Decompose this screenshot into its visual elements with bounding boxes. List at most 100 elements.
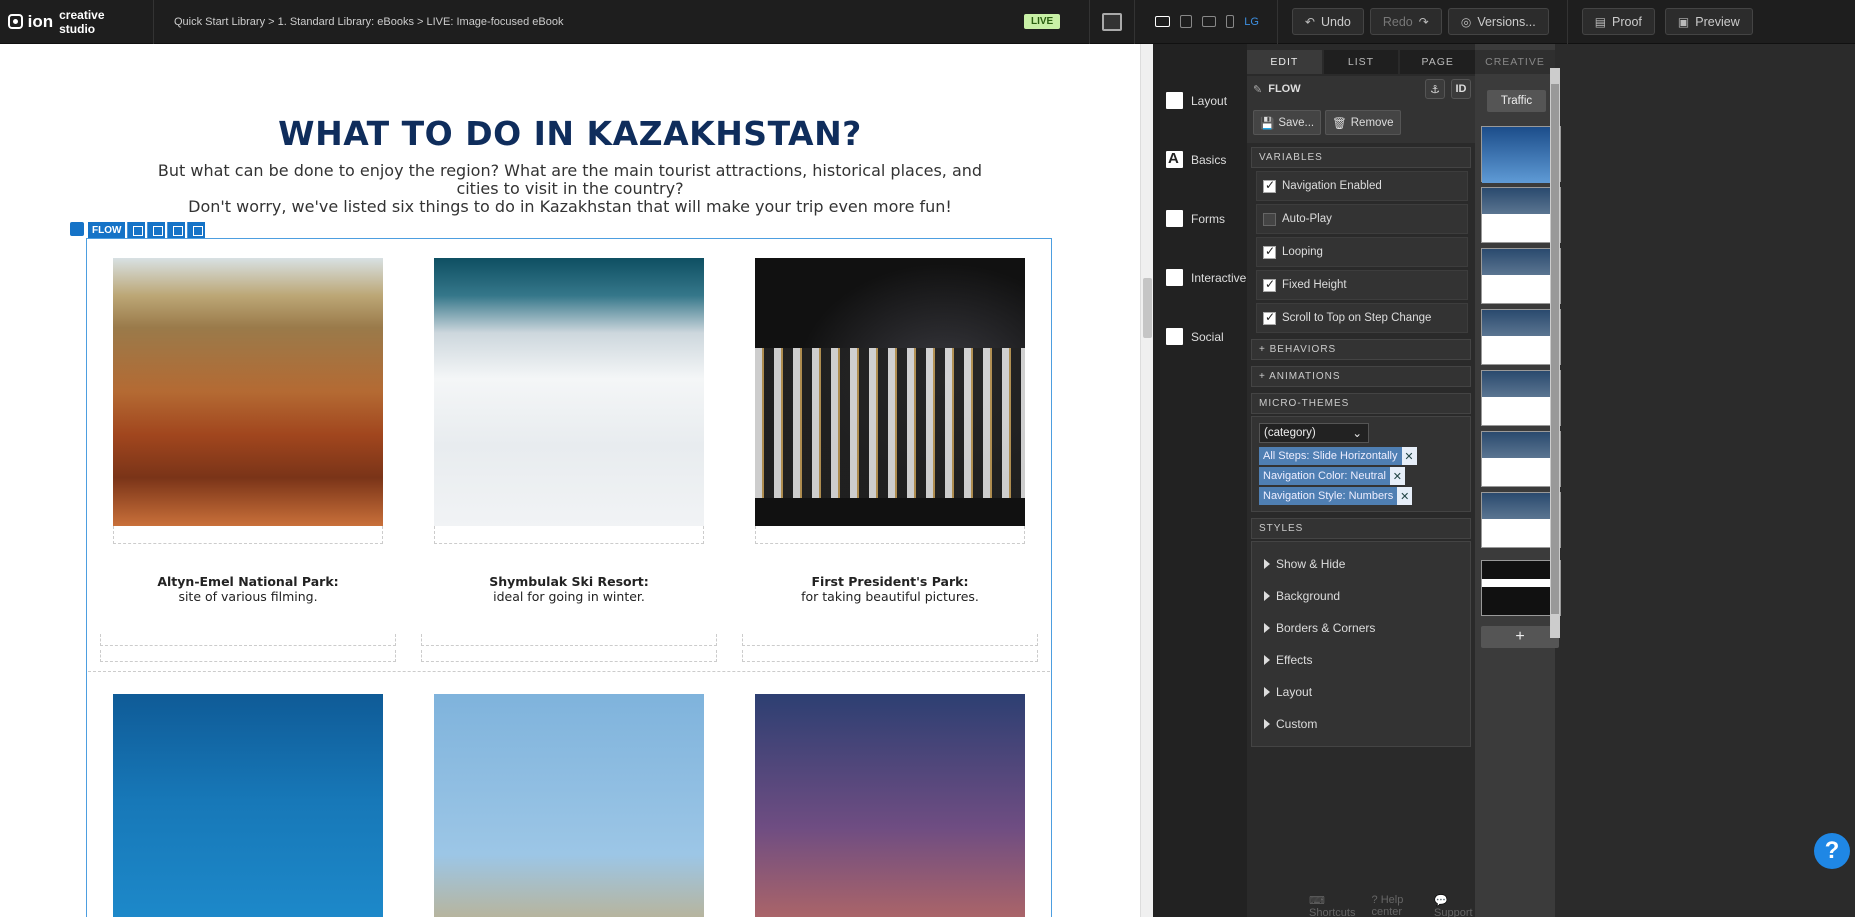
flow-delete-icon[interactable] <box>187 222 206 238</box>
checkbox[interactable] <box>1263 244 1276 259</box>
card-placeholder <box>742 650 1038 662</box>
page-thumbnail[interactable] <box>1481 309 1561 365</box>
animations-section[interactable]: + ANIMATIONS <box>1251 366 1471 387</box>
page-thumbnail[interactable] <box>1481 560 1561 616</box>
help-button[interactable]: ? <box>1814 833 1850 869</box>
flow-parent-icon[interactable] <box>70 222 84 236</box>
close-icon[interactable]: ✕ <box>1397 487 1413 505</box>
attraction-card[interactable]: Shymbulak Ski Resort: ideal for going in… <box>421 258 717 662</box>
tablet-icon[interactable] <box>1202 16 1217 27</box>
variable-navigation-enabled[interactable]: Navigation Enabled <box>1256 171 1468 201</box>
sea-image[interactable] <box>113 694 383 917</box>
undo-button[interactable]: ↶ Undo <box>1291 8 1364 35</box>
page-thumbnail[interactable] <box>1481 492 1561 548</box>
style-show-hide[interactable]: Show & Hide <box>1252 548 1470 580</box>
style-label: Effects <box>1276 653 1313 667</box>
variable-scroll-to-top[interactable]: Scroll to Top on Step Change <box>1256 303 1468 333</box>
scroll-thumb[interactable] <box>1143 278 1152 338</box>
tab-page[interactable]: PAGE <box>1400 50 1476 74</box>
flow-edit-icon[interactable] <box>127 222 146 238</box>
palette-item-social[interactable]: Social <box>1153 307 1247 366</box>
canvas-scrollbar[interactable] <box>1140 44 1153 917</box>
proof-button[interactable]: ▤ Proof <box>1581 8 1655 35</box>
proof-label: Proof <box>1612 14 1642 29</box>
canyon-image[interactable] <box>113 258 383 526</box>
laptop-icon[interactable] <box>1180 15 1193 28</box>
page-thumbnail[interactable] <box>1481 431 1561 487</box>
city-image[interactable] <box>755 694 1025 917</box>
id-button[interactable]: ID <box>1451 79 1471 99</box>
tower-image[interactable] <box>434 694 704 917</box>
attraction-card[interactable] <box>434 694 704 917</box>
anchor-icon[interactable]: ⚓ <box>1425 79 1445 99</box>
attraction-card[interactable] <box>755 694 1025 917</box>
attraction-card[interactable] <box>113 694 383 917</box>
variable-auto-play[interactable]: Auto-Play <box>1256 204 1468 234</box>
phone-icon[interactable] <box>1226 15 1235 28</box>
traffic-button[interactable]: Traffic <box>1487 90 1546 112</box>
card-caption[interactable]: First President's Park: for taking beaut… <box>735 574 1045 604</box>
page-canvas[interactable]: WHAT TO DO IN KAZAKHSTAN? But what can b… <box>0 44 1140 917</box>
theme-chip[interactable]: Navigation Style: Numbers ✕ <box>1259 487 1413 505</box>
ski-resort-image[interactable] <box>434 258 704 526</box>
help-center-link[interactable]: ? Help center <box>1372 894 1421 917</box>
tab-creative[interactable]: CREATIVE <box>1475 50 1555 74</box>
scroll-thumb[interactable] <box>1551 84 1559 614</box>
flow-toolbar: FLOW <box>70 222 206 238</box>
device-lg[interactable]: LG <box>1244 16 1259 28</box>
behaviors-section[interactable]: + BEHAVIORS <box>1251 339 1471 360</box>
flow-tag[interactable]: FLOW <box>88 222 126 238</box>
shortcuts-link[interactable]: ⌨ Shortcuts <box>1309 894 1358 917</box>
palette-item-layout[interactable]: Layout <box>1153 71 1247 130</box>
theme-chip[interactable]: All Steps: Slide Horizontally ✕ <box>1259 447 1417 465</box>
layout-toggle-icon[interactable] <box>1102 12 1123 31</box>
desktop-icon[interactable] <box>1155 16 1171 27</box>
park-image[interactable] <box>755 258 1025 526</box>
card-caption[interactable]: Shymbulak Ski Resort: ideal for going in… <box>414 574 724 604</box>
style-effects[interactable]: Effects <box>1252 644 1470 676</box>
card-caption[interactable]: Altyn-Emel National Park: site of variou… <box>93 574 403 604</box>
checkbox[interactable] <box>1263 310 1276 325</box>
palette-item-basics[interactable]: Basics <box>1153 130 1247 189</box>
divider <box>1089 0 1091 44</box>
breadcrumb[interactable]: Quick Start Library > 1. Standard Librar… <box>174 16 1034 28</box>
flow-save-icon[interactable] <box>167 222 186 238</box>
support-link[interactable]: 💬 Support <box>1434 894 1475 917</box>
variable-looping[interactable]: Looping <box>1256 237 1468 267</box>
style-custom[interactable]: Custom <box>1252 708 1470 740</box>
attraction-card[interactable]: Altyn-Emel National Park: site of variou… <box>100 258 396 662</box>
variable-fixed-height[interactable]: Fixed Height <box>1256 270 1468 300</box>
page-thumbnail[interactable] <box>1481 126 1561 183</box>
theme-chip[interactable]: Navigation Color: Neutral ✕ <box>1259 467 1405 485</box>
style-borders[interactable]: Borders & Corners <box>1252 612 1470 644</box>
logo[interactable]: ion creative studio <box>0 0 154 44</box>
ion-logo-icon <box>8 14 23 29</box>
palette-item-forms[interactable]: Forms <box>1153 189 1247 248</box>
style-label: Custom <box>1276 717 1318 731</box>
page-thumbnail[interactable] <box>1481 187 1561 243</box>
checkbox[interactable] <box>1263 277 1276 292</box>
page-intro[interactable]: But what can be done to enjoy the region… <box>140 162 1000 216</box>
redo-button[interactable]: Redo ↷ <box>1369 8 1442 35</box>
close-icon[interactable]: ✕ <box>1389 467 1405 485</box>
attraction-card[interactable]: First President's Park: for taking beaut… <box>742 258 1038 662</box>
page-thumbnail[interactable] <box>1481 248 1561 304</box>
page-title[interactable]: WHAT TO DO IN KAZAKHSTAN? <box>0 114 1140 153</box>
add-page-button[interactable]: + <box>1481 626 1559 648</box>
tab-list[interactable]: LIST <box>1323 50 1399 74</box>
close-icon[interactable]: ✕ <box>1401 447 1417 465</box>
versions-button[interactable]: ◎ Versions... <box>1447 8 1549 35</box>
palette-item-interactive[interactable]: Interactive <box>1153 248 1247 307</box>
flow-pin-icon[interactable] <box>147 222 166 238</box>
remove-button[interactable]: 🗑 Remove <box>1325 110 1401 135</box>
category-select[interactable]: (category) ⌄ <box>1259 423 1369 443</box>
preview-button[interactable]: ▣ Preview <box>1664 8 1753 35</box>
style-background[interactable]: Background <box>1252 580 1470 612</box>
page-thumbnail[interactable] <box>1481 370 1561 426</box>
checkbox[interactable] <box>1263 212 1276 226</box>
thumbnail-scrollbar[interactable] <box>1550 68 1560 638</box>
style-layout[interactable]: Layout <box>1252 676 1470 708</box>
save-button[interactable]: 💾 Save... <box>1253 110 1322 135</box>
checkbox[interactable] <box>1263 178 1276 193</box>
tab-edit[interactable]: EDIT <box>1247 50 1322 74</box>
